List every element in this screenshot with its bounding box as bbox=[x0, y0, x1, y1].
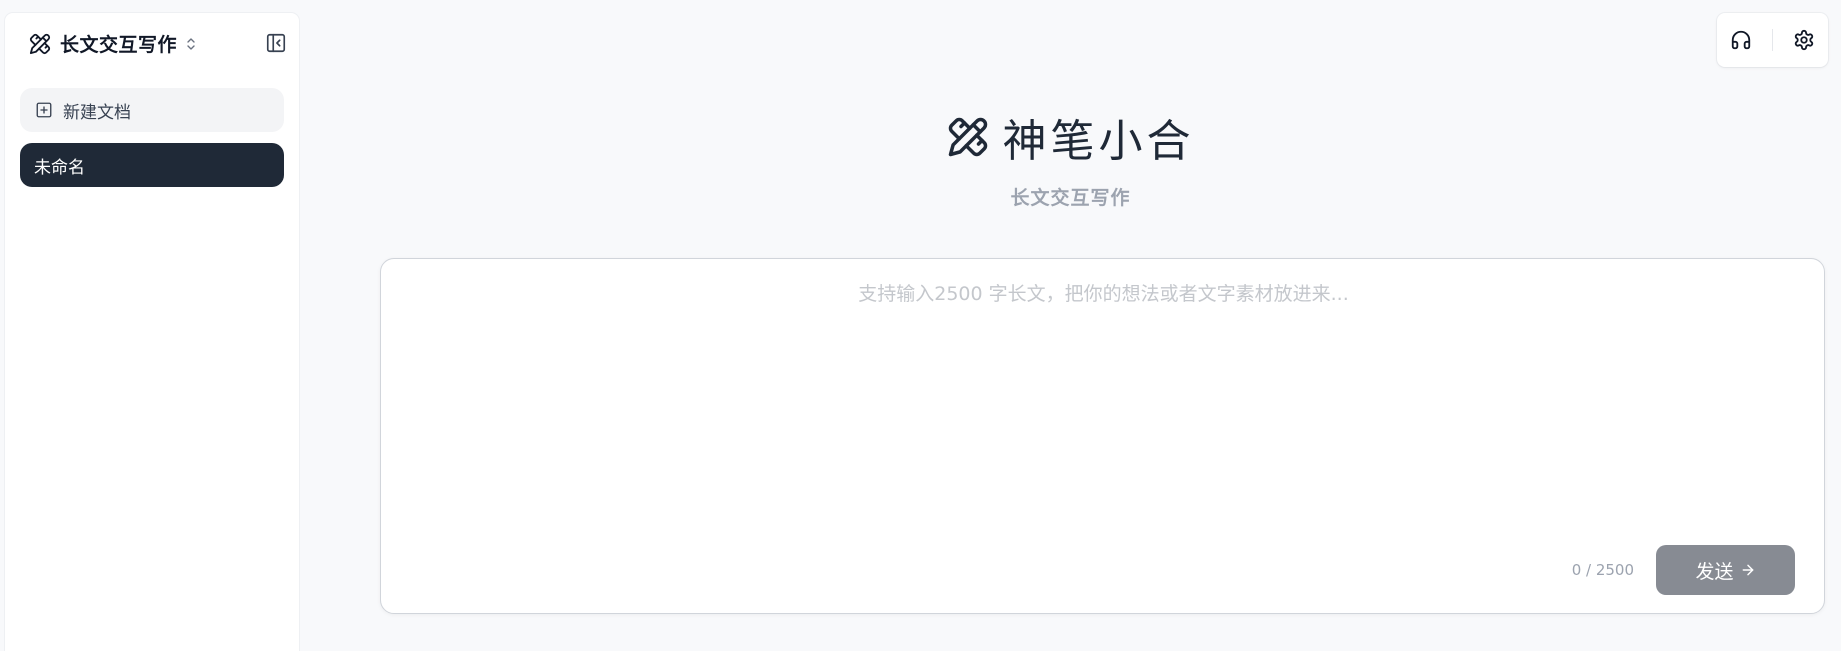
workspace-switcher[interactable]: 长文交互写作 bbox=[29, 30, 196, 57]
composer: 0 / 2500 发送 bbox=[380, 258, 1825, 614]
top-toolbar bbox=[1717, 13, 1828, 67]
hero: 神笔小合 长文交互写作 bbox=[300, 105, 1841, 210]
character-counter: 0 / 2500 bbox=[1571, 561, 1634, 579]
pencil-ruler-icon bbox=[29, 33, 51, 54]
chevron-up-down-icon bbox=[187, 37, 195, 50]
new-document-label: 新建文档 bbox=[63, 102, 131, 123]
document-item-active[interactable]: 未命名 bbox=[20, 143, 284, 187]
pencil-ruler-icon bbox=[948, 117, 987, 157]
hero-subtitle: 长文交互写作 bbox=[1010, 187, 1131, 209]
arrow-right-icon bbox=[1742, 564, 1753, 576]
brand-title: 长文交互写作 bbox=[60, 34, 178, 56]
headset-icon bbox=[1731, 30, 1750, 50]
gear-icon bbox=[1795, 29, 1814, 51]
hero-title-row: 神笔小合 bbox=[947, 105, 1195, 169]
panel-left-close-icon bbox=[266, 33, 286, 53]
collapse-sidebar-button[interactable] bbox=[263, 30, 289, 56]
sidebar: 长文交互写作 新建文档 未命名 bbox=[5, 13, 299, 651]
sidebar-header: 长文交互写作 bbox=[5, 13, 299, 73]
send-button-label: 发送 bbox=[1695, 560, 1734, 583]
hero-title: 神笔小合 bbox=[1002, 116, 1195, 167]
send-button[interactable]: 发送 bbox=[1656, 545, 1795, 595]
new-document-button[interactable]: 新建文档 bbox=[20, 88, 284, 132]
plus-square-icon bbox=[36, 102, 52, 118]
settings-button[interactable] bbox=[1788, 24, 1820, 56]
app-root: 长文交互写作 新建文档 未命名 神笔小合 长文交互写作 支持输入2500 字长文… bbox=[0, 0, 1841, 651]
toolbar-divider bbox=[1771, 29, 1773, 51]
document-item-label: 未命名 bbox=[34, 157, 85, 178]
support-button[interactable] bbox=[1725, 24, 1757, 56]
long-text-input[interactable] bbox=[401, 279, 1806, 539]
